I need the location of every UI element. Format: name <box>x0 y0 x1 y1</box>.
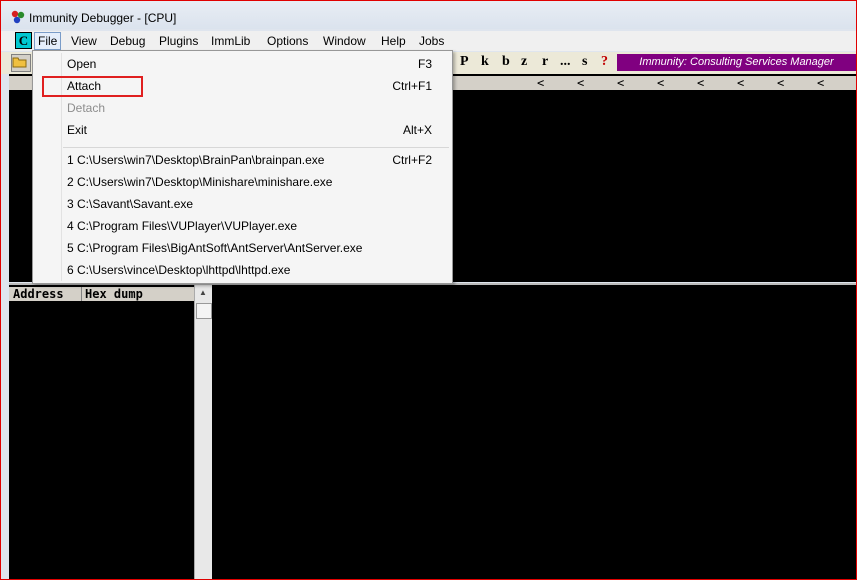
menu-item-label: 1 C:\Users\win7\Desktop\BrainPan\brainpa… <box>67 153 325 167</box>
tool-patches-button[interactable]: P <box>460 54 469 70</box>
window-title: Immunity Debugger - [CPU] <box>29 11 177 25</box>
column-collapse-arrow[interactable]: < <box>537 76 544 90</box>
bottom-panes: Address Hex dump ▲ <box>9 283 856 579</box>
debugger-window: Immunity Debugger - [CPU] C File View De… <box>0 0 857 580</box>
menu-item-label: Open <box>67 57 97 71</box>
menu-item-shortcut: Alt+X <box>402 123 432 137</box>
menu-item-label: 6 C:\Users\vince\Desktop\lhttpd\lhttpd.e… <box>67 263 291 277</box>
folder-icon <box>12 57 27 68</box>
column-header-address[interactable]: Address <box>13 287 64 301</box>
menu-item-recent-2[interactable]: 2 C:\Users\win7\Desktop\Minishare\minish… <box>33 171 452 193</box>
menu-item-label: Attach <box>67 79 102 93</box>
tool-source-button[interactable]: s <box>582 54 587 70</box>
menu-bar: C File View Debug Plugins ImmLib Options… <box>1 31 856 51</box>
menu-item-shortcut: Ctrl+F1 <box>392 79 432 93</box>
menu-item-label: 4 C:\Program Files\VUPlayer\VUPlayer.exe <box>67 219 298 233</box>
menu-plugins[interactable]: Plugins <box>156 33 201 49</box>
menu-immlib[interactable]: ImmLib <box>208 33 253 49</box>
tool-help-button[interactable]: ? <box>601 54 608 70</box>
menu-item-exit[interactable]: Exit Alt+X <box>33 119 452 141</box>
menu-item-attach[interactable]: Attach Ctrl+F1 <box>33 75 452 97</box>
tool-hw-breakpoints-button[interactable]: z <box>521 54 527 70</box>
column-collapse-arrow[interactable]: < <box>577 76 584 90</box>
hex-dump-pane[interactable]: Address Hex dump <box>9 285 194 579</box>
menu-item-label: Exit <box>67 123 88 137</box>
menu-options[interactable]: Options <box>264 33 311 49</box>
cpu-window-button[interactable]: C <box>15 32 32 49</box>
column-collapse-arrow[interactable]: < <box>817 76 824 90</box>
tool-runtrace-button[interactable]: r <box>542 54 548 70</box>
menu-item-open[interactable]: Open F3 <box>33 53 452 75</box>
menu-item-label: 2 C:\Users\win7\Desktop\Minishare\minish… <box>67 175 333 189</box>
menu-item-recent-4[interactable]: 4 C:\Program Files\VUPlayer\VUPlayer.exe <box>33 215 452 237</box>
dump-header: Address Hex dump <box>9 287 194 301</box>
menu-debug[interactable]: Debug <box>107 33 148 49</box>
menu-item-recent-1[interactable]: 1 C:\Users\win7\Desktop\BrainPan\brainpa… <box>33 149 452 171</box>
menu-window[interactable]: Window <box>320 33 369 49</box>
column-collapse-arrow[interactable]: < <box>617 76 624 90</box>
menu-item-label: Detach <box>67 101 106 115</box>
column-divider[interactable] <box>81 287 82 301</box>
file-menu-dropdown: Open F3 Attach Ctrl+F1 Detach Exit Alt+X… <box>32 50 453 284</box>
immunity-app-icon <box>11 10 25 24</box>
menu-item-shortcut: Ctrl+F2 <box>392 153 432 167</box>
column-collapse-arrow[interactable]: < <box>777 76 784 90</box>
menu-item-recent-6[interactable]: 6 C:\Users\vince\Desktop\lhttpd\lhttpd.e… <box>33 259 452 281</box>
open-folder-button[interactable] <box>11 54 31 72</box>
column-collapse-arrow[interactable]: < <box>697 76 704 90</box>
scroll-up-arrow-icon[interactable]: ▲ <box>199 288 207 297</box>
menu-item-recent-5[interactable]: 5 C:\Program Files\BigAntSoft\AntServer\… <box>33 237 452 259</box>
menu-item-label: 5 C:\Program Files\BigAntSoft\AntServer\… <box>67 241 363 255</box>
stack-pane[interactable] <box>213 285 856 579</box>
tool-breakpoints-button[interactable]: b <box>502 54 510 70</box>
title-bar: Immunity Debugger - [CPU] <box>1 1 856 29</box>
menu-view[interactable]: View <box>68 33 100 49</box>
column-collapse-arrow[interactable]: < <box>657 76 664 90</box>
menu-jobs[interactable]: Jobs <box>416 33 447 49</box>
dump-vertical-scrollbar[interactable]: ▲ <box>194 285 212 579</box>
menu-item-recent-3[interactable]: 3 C:\Savant\Savant.exe <box>33 193 452 215</box>
tool-callstack-button[interactable]: k <box>481 54 489 70</box>
column-collapse-arrow[interactable]: < <box>737 76 744 90</box>
column-header-hex-dump[interactable]: Hex dump <box>85 287 143 301</box>
tool-more-button[interactable]: ... <box>560 54 571 70</box>
consulting-services-banner[interactable]: Immunity: Consulting Services Manager <box>617 54 856 71</box>
menu-separator <box>63 147 449 148</box>
menu-item-detach[interactable]: Detach <box>33 97 452 119</box>
scroll-thumb[interactable] <box>196 303 212 319</box>
menu-file[interactable]: File <box>34 32 62 50</box>
menu-item-shortcut: F3 <box>417 57 432 71</box>
menu-item-label: 3 C:\Savant\Savant.exe <box>67 197 194 211</box>
menu-help[interactable]: Help <box>378 33 409 49</box>
